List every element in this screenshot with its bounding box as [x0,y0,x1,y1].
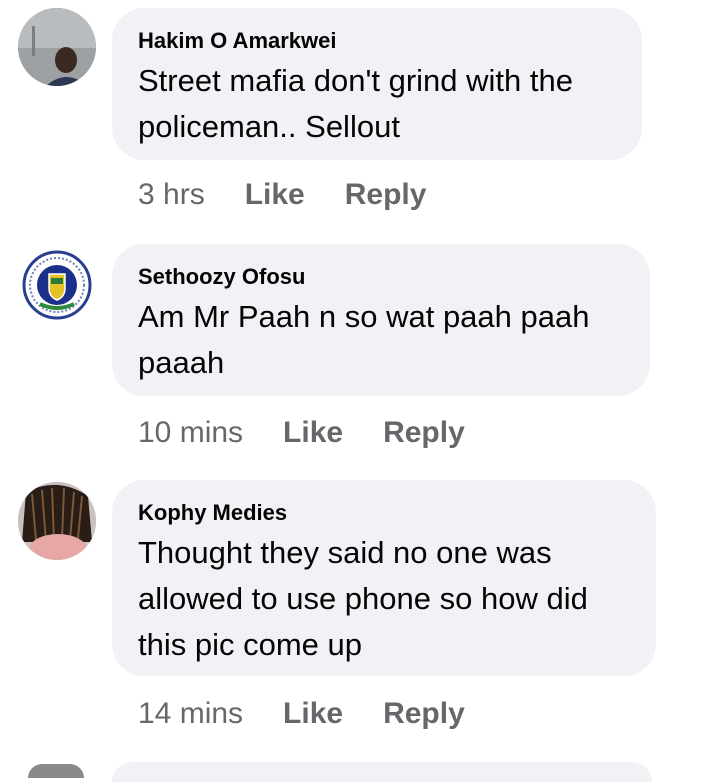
comment-bubble: Kophy Medies Thought they said no one wa… [112,480,656,676]
reply-button[interactable]: Reply [383,697,465,731]
comment-bubble: Sethoozy Ofosu Am Mr Paah n so wat paah … [112,244,650,396]
comment-actions: 3 hrs Like Reply [138,178,426,212]
comment-timestamp[interactable]: 14 mins [138,697,243,731]
avatar-hakim[interactable] [18,8,96,86]
avatar-kophy[interactable] [18,482,96,560]
crest-logo-avatar-icon [18,246,96,324]
avatar-sethoozy[interactable] [18,246,96,324]
comment-timestamp[interactable]: 3 hrs [138,178,205,212]
reply-button[interactable]: Reply [383,416,465,450]
person-photo-avatar-icon [18,8,96,86]
like-button[interactable]: Like [283,697,343,731]
comment-bubble: Hakim O Amarkwei Street mafia don't grin… [112,8,642,160]
next-bubble-edge [112,762,652,782]
dreadlocks-photo-avatar-icon [18,482,96,560]
comment-author[interactable]: Kophy Medies [138,500,630,526]
comment-author[interactable]: Hakim O Amarkwei [138,28,616,54]
next-avatar-edge [28,764,84,778]
next-comment-peek [0,760,720,782]
comment-timestamp[interactable]: 10 mins [138,416,243,450]
comment-actions: 14 mins Like Reply [138,697,465,731]
comment-actions: 10 mins Like Reply [138,416,465,450]
like-button[interactable]: Like [283,416,343,450]
comment-text: Thought they said no one was allowed to … [138,535,588,662]
reply-button[interactable]: Reply [345,178,427,212]
comment-text: Am Mr Paah n so wat paah paah paaah [138,299,590,380]
comment-author[interactable]: Sethoozy Ofosu [138,264,624,290]
comment-text: Street mafia don't grind with the police… [138,63,573,144]
like-button[interactable]: Like [245,178,305,212]
